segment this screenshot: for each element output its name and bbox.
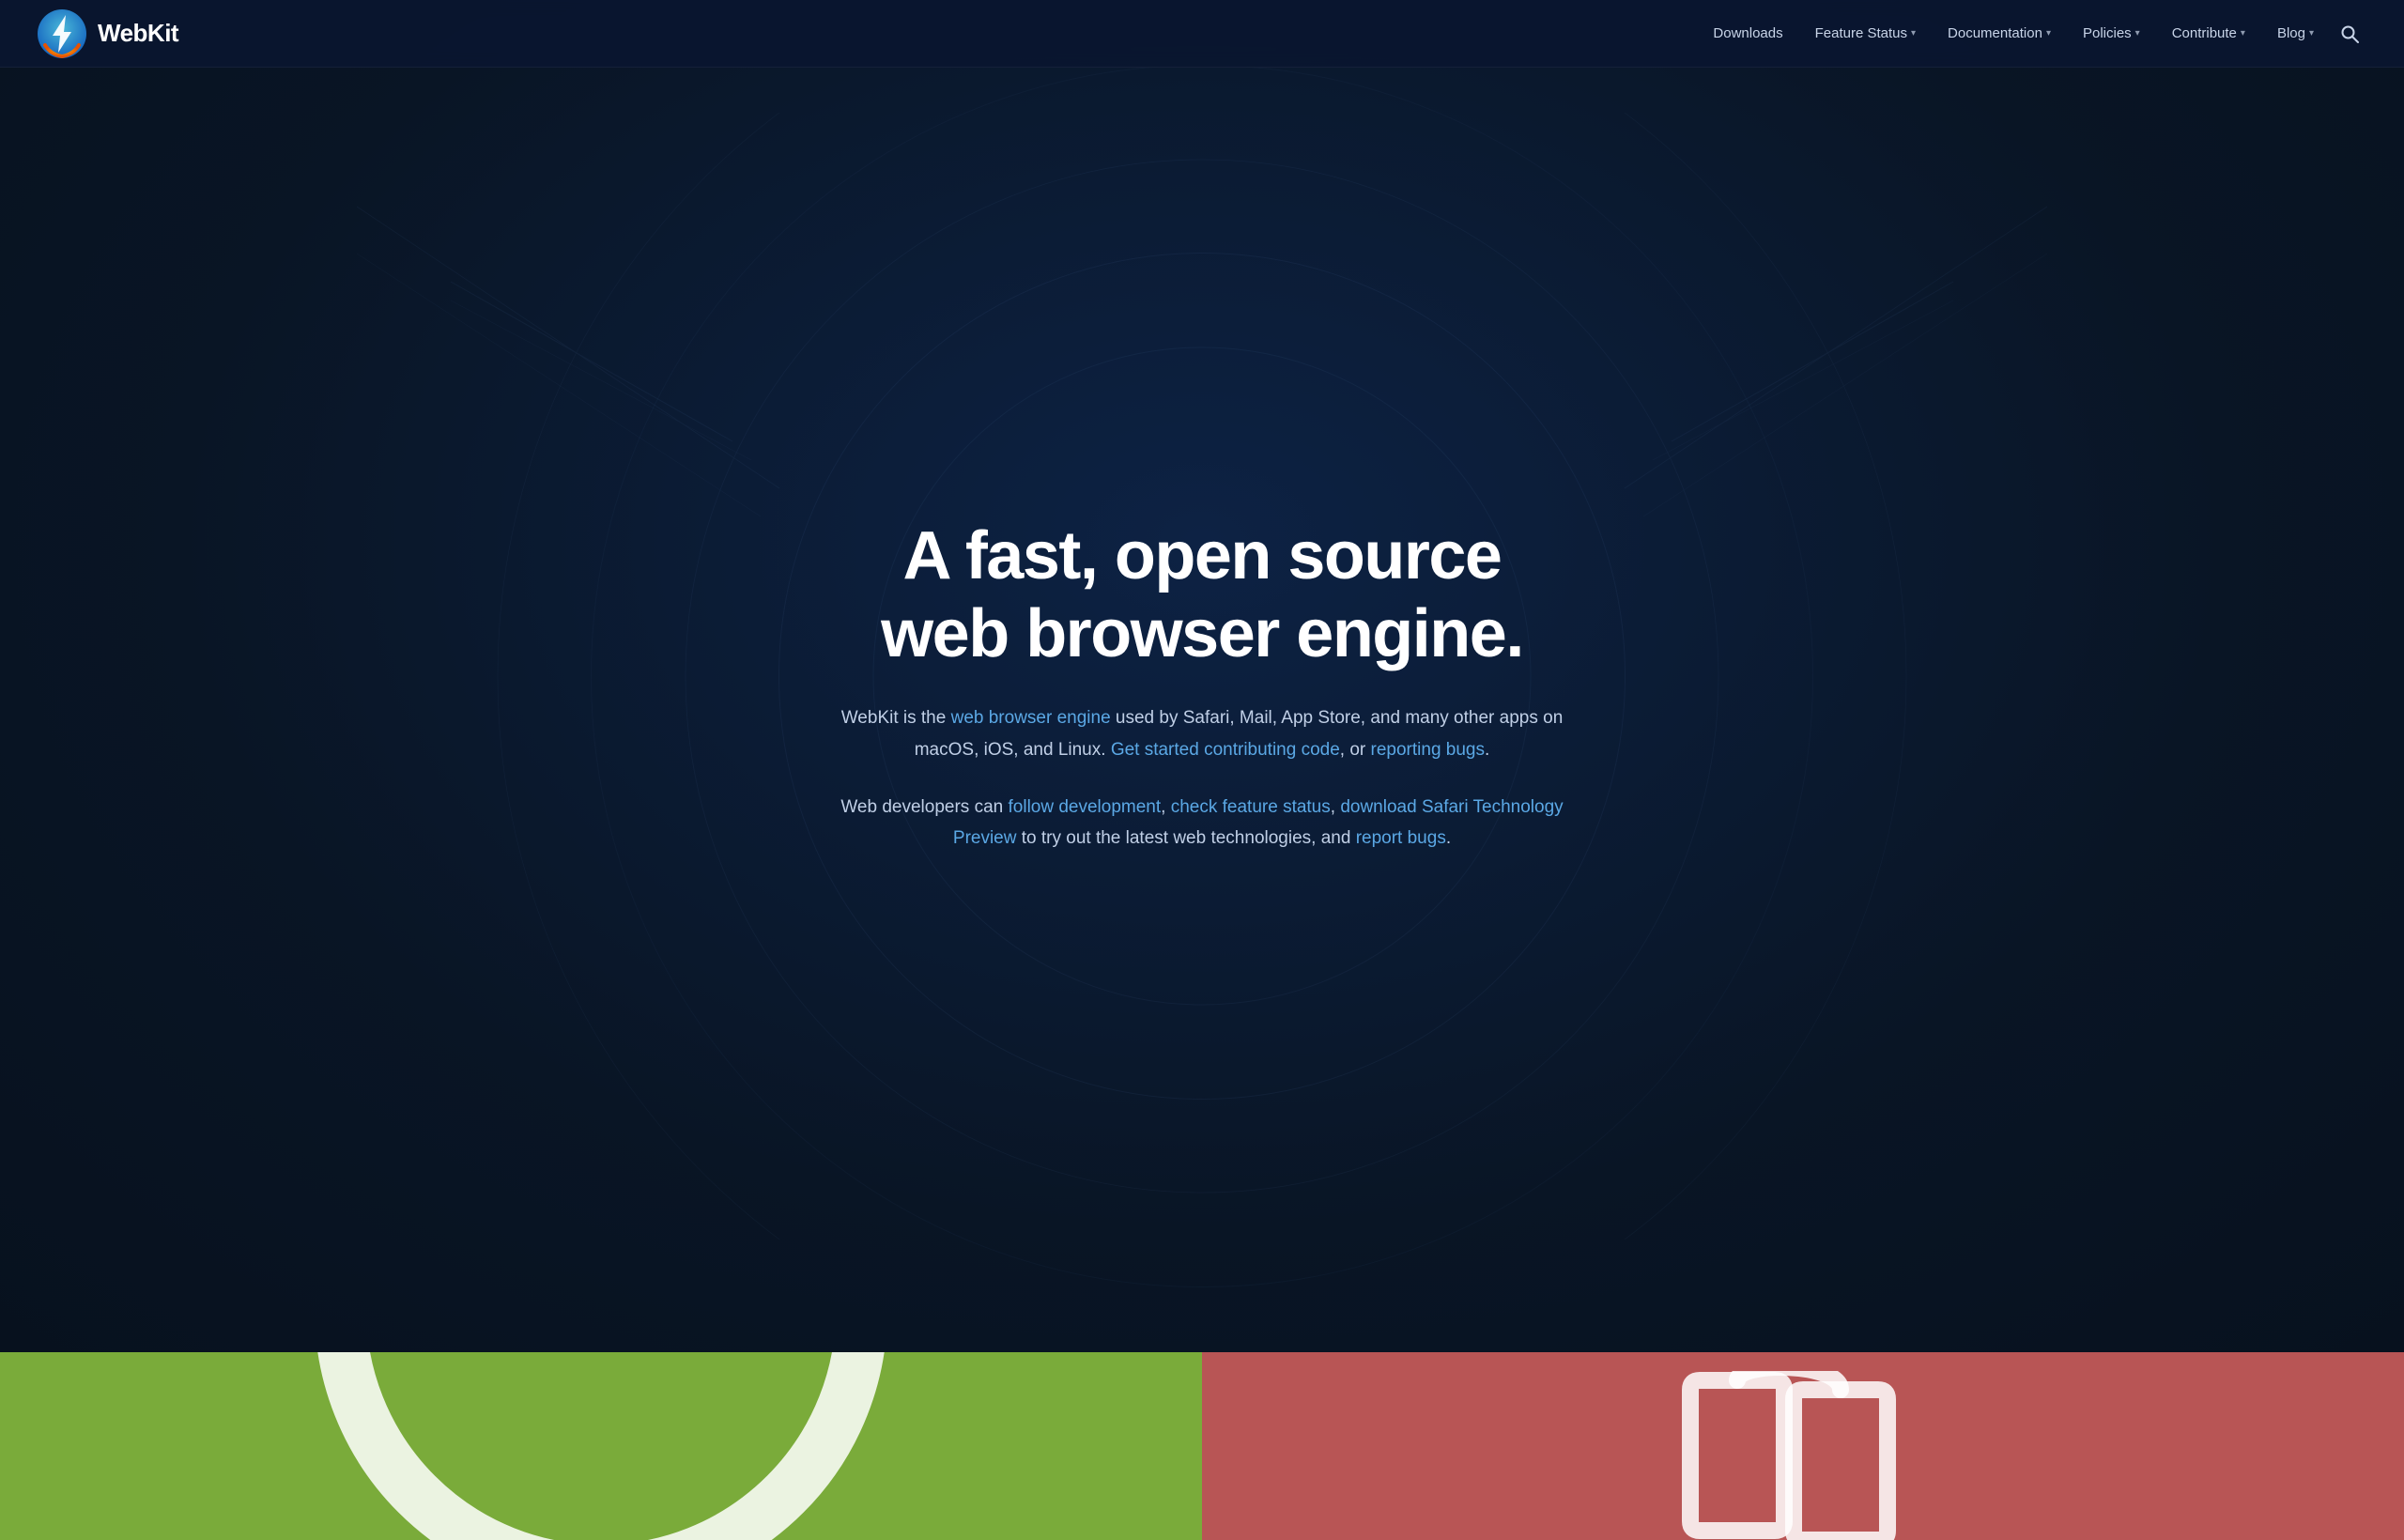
cards-section [0, 1352, 2404, 1540]
chevron-down-icon: ▾ [2046, 28, 2051, 38]
check-feature-status-link[interactable]: check feature status [1171, 797, 1331, 817]
navbar: WebKit Downloads Feature Status ▾ Docume… [0, 0, 2404, 68]
nav-item-documentation[interactable]: Documentation ▾ [1934, 18, 2064, 49]
reporting-bugs-link[interactable]: reporting bugs [1371, 740, 1485, 760]
red-card-icon [1662, 1371, 1944, 1540]
get-started-contributing-link[interactable]: Get started contributing code [1111, 740, 1340, 760]
report-bugs-link[interactable]: report bugs [1356, 828, 1446, 848]
chevron-down-icon: ▾ [2309, 28, 2314, 38]
chevron-down-icon: ▾ [2241, 28, 2245, 38]
nav-item-contribute[interactable]: Contribute ▾ [2159, 18, 2258, 49]
web-browser-engine-link[interactable]: web browser engine [951, 708, 1111, 728]
chevron-down-icon: ▾ [1911, 28, 1916, 38]
nav-links: Downloads Feature Status ▾ Documentation… [1700, 17, 2366, 51]
nav-item-blog[interactable]: Blog ▾ [2264, 18, 2327, 49]
site-name: WebKit [98, 19, 178, 48]
follow-development-link[interactable]: follow development [1009, 797, 1162, 817]
card-green[interactable] [0, 1352, 1202, 1540]
search-icon [2340, 24, 2359, 43]
nav-item-feature-status[interactable]: Feature Status ▾ [1802, 18, 1929, 49]
site-logo[interactable]: WebKit [38, 9, 178, 58]
nav-item-policies[interactable]: Policies ▾ [2070, 18, 2153, 49]
nav-item-downloads[interactable]: Downloads [1700, 18, 1795, 49]
hero-section: A fast, open source web browser engine. … [0, 0, 2404, 1352]
hero-content: A fast, open source web browser engine. … [817, 517, 1587, 855]
hero-description-1: WebKit is the web browser engine used by… [836, 702, 1568, 765]
search-button[interactable] [2333, 17, 2366, 51]
hero-title: A fast, open source web browser engine. [817, 517, 1587, 673]
webkit-logo-icon [38, 9, 86, 58]
card-red[interactable] [1202, 1352, 2404, 1540]
chevron-down-icon: ▾ [2135, 28, 2140, 38]
hero-description-2: Web developers can follow development, c… [817, 792, 1587, 855]
